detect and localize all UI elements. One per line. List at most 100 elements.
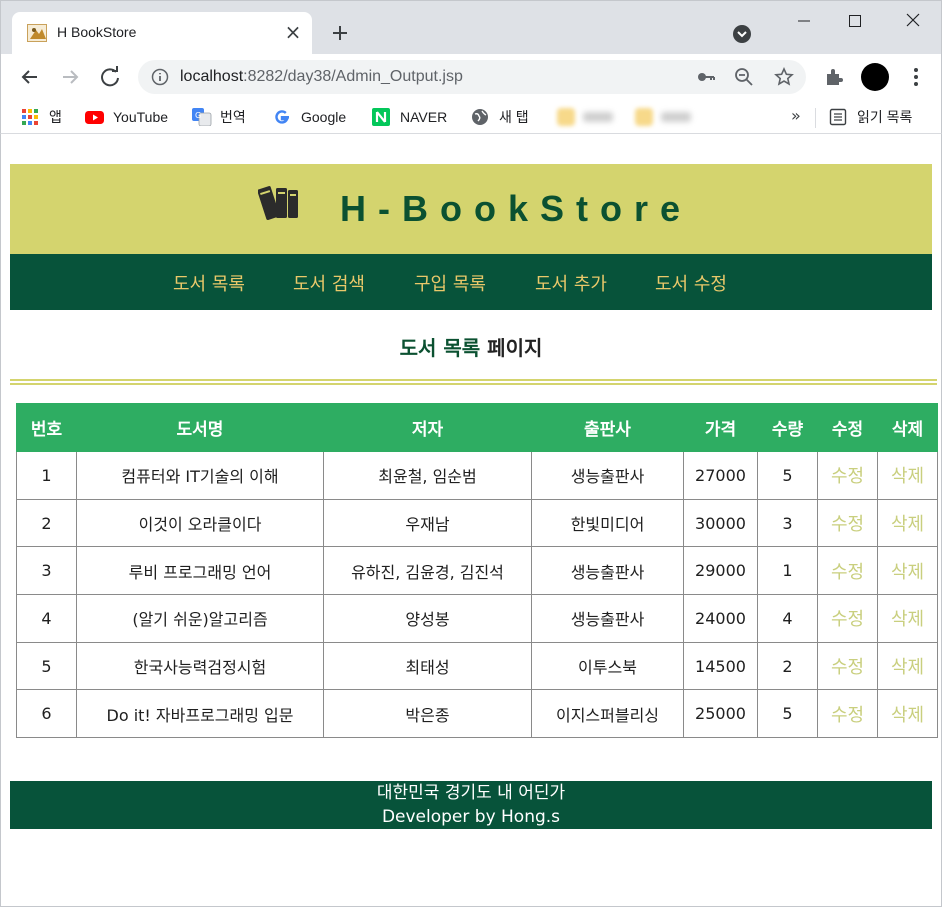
- cell-publisher: 생능출판사: [531, 594, 684, 643]
- col-header-qty: 수량: [757, 403, 818, 452]
- table-row: 3 루비 프로그래밍 언어 유하진, 김윤경, 김진석 생능출판사 29000 …: [16, 546, 938, 596]
- edit-link[interactable]: 수정: [817, 546, 878, 596]
- zoom-out-icon[interactable]: [734, 67, 754, 87]
- menu-kebab-icon[interactable]: [905, 66, 927, 88]
- reload-icon[interactable]: [97, 64, 123, 90]
- site-favicon-icon: [27, 24, 47, 42]
- nav-book-list[interactable]: 도서 목록: [173, 270, 245, 296]
- bookmark-label: YouTube: [113, 109, 169, 125]
- bookmark-label: NAVER: [400, 109, 448, 125]
- bookmark-star-icon[interactable]: [774, 67, 794, 87]
- close-window-icon[interactable]: [899, 9, 927, 33]
- nav-book-edit[interactable]: 도서 수정: [655, 270, 727, 296]
- bookmark-youtube[interactable]: YouTube: [85, 106, 168, 128]
- bookmarks-divider: [815, 108, 816, 128]
- delete-link[interactable]: 삭제: [877, 594, 938, 643]
- table-row: 1 컴퓨터와 IT기술의 이해 최윤철, 임순범 생능출판사 27000 5 수…: [16, 451, 938, 500]
- edit-link[interactable]: 수정: [817, 641, 878, 691]
- browser-tab[interactable]: H BookStore ×: [12, 12, 312, 55]
- tab-close-icon[interactable]: ×: [282, 21, 304, 43]
- cell-title: 컴퓨터와 IT기술의 이해: [76, 451, 324, 500]
- bookmark-label: 앱: [49, 109, 62, 125]
- bookmark-google[interactable]: Google: [273, 106, 346, 128]
- bookmark-naver[interactable]: NAVER: [372, 106, 447, 128]
- forward-arrow-icon[interactable]: [57, 64, 83, 90]
- col-header-author: 저자: [323, 403, 532, 452]
- cell-title: 이것이 오라클이다: [76, 498, 324, 548]
- folder-icon: [635, 108, 653, 126]
- browser-titlebar: H BookStore ×: [0, 0, 942, 55]
- nav-purchase-list[interactable]: 구입 목록: [414, 270, 486, 296]
- edit-link[interactable]: 수정: [817, 594, 878, 643]
- bookmarks-bar: 앱 YouTube G 번역 Google NAVER 새 탭 » 읽기 목록: [0, 100, 942, 134]
- delete-link[interactable]: 삭제: [877, 546, 938, 596]
- cell-title: 루비 프로그래밍 언어: [76, 546, 324, 596]
- bookmark-label: 번역: [220, 109, 246, 125]
- page-heading-rest: 페이지: [480, 336, 543, 360]
- cell-publisher: 생능출판사: [531, 451, 684, 500]
- table-row: 4 (알기 쉬운)알고리즘 양성봉 생능출판사 24000 4 수정 삭제: [16, 594, 938, 643]
- col-header-no: 번호: [16, 403, 77, 452]
- translate-icon: G: [192, 108, 212, 127]
- cell-price: 27000: [683, 451, 758, 500]
- profile-avatar[interactable]: [861, 63, 889, 91]
- site-header: H-BookStore: [10, 164, 932, 254]
- cell-price: 30000: [683, 498, 758, 548]
- bookmark-apps[interactable]: 앱: [21, 106, 62, 128]
- delete-link[interactable]: 삭제: [877, 689, 938, 739]
- nav-book-search[interactable]: 도서 검색: [293, 270, 365, 296]
- apps-grid-icon: [21, 108, 39, 126]
- cell-price: 25000: [683, 689, 758, 739]
- bookmark-label: Google: [301, 109, 347, 125]
- page-heading: 도서 목록 페이지: [0, 332, 942, 361]
- col-header-title: 도서명: [76, 403, 324, 452]
- extensions-puzzle-icon[interactable]: [823, 66, 845, 88]
- books-icon: [257, 178, 300, 222]
- cell-author: 양성봉: [323, 594, 532, 643]
- cell-publisher: 생능출판사: [531, 546, 684, 596]
- google-icon: [273, 108, 291, 126]
- cell-no: 2: [16, 498, 77, 548]
- new-tab-icon[interactable]: [327, 20, 353, 46]
- cell-no: 5: [16, 641, 77, 691]
- maximize-icon[interactable]: [841, 9, 869, 33]
- minimize-icon[interactable]: [790, 9, 818, 33]
- more-bookmarks-icon[interactable]: »: [791, 106, 801, 125]
- site-footer: 대한민국 경기도 내 어딘가 Developer by Hong.s: [10, 781, 932, 829]
- nav-book-add[interactable]: 도서 추가: [535, 270, 607, 296]
- site-info-icon[interactable]: [151, 68, 169, 86]
- table-row: 6 Do it! 자바프로그래밍 입문 박은종 이지스퍼블리싱 25000 5 …: [16, 689, 938, 739]
- bookmark-translate[interactable]: G 번역: [192, 106, 246, 128]
- delete-link[interactable]: 삭제: [877, 498, 938, 548]
- footer-address: 대한민국 경기도 내 어딘가: [376, 783, 566, 803]
- address-bar[interactable]: localhost:8282/day38/Admin_Output.jsp: [138, 60, 806, 94]
- cell-no: 6: [16, 689, 77, 739]
- delete-link[interactable]: 삭제: [877, 641, 938, 691]
- cell-no: 1: [16, 451, 77, 500]
- cell-publisher: 한빛미디어: [531, 498, 684, 548]
- cell-title: (알기 쉬운)알고리즘: [76, 594, 324, 643]
- bookmark-new-tab[interactable]: 새 탭: [471, 106, 529, 128]
- bookmark-blurred[interactable]: [557, 106, 627, 128]
- footer-developer: Developer by Hong.s: [381, 807, 561, 827]
- tab-title: H BookStore: [57, 24, 137, 40]
- key-icon[interactable]: [696, 67, 716, 87]
- page-heading-highlight: 도서 목록: [399, 336, 481, 360]
- browser-toolbar: localhost:8282/day38/Admin_Output.jsp: [0, 54, 942, 100]
- back-arrow-icon[interactable]: [17, 64, 43, 90]
- folder-icon: [557, 108, 575, 126]
- col-header-edit: 수정: [817, 403, 878, 452]
- reading-list-button[interactable]: 읽기 목록: [829, 106, 912, 128]
- url-host: localhost: [180, 68, 244, 85]
- edit-link[interactable]: 수정: [817, 498, 878, 548]
- tab-search-icon[interactable]: [733, 25, 751, 43]
- url-text[interactable]: localhost:8282/day38/Admin_Output.jsp: [180, 68, 463, 86]
- reading-list-icon: [829, 108, 847, 126]
- cell-qty: 5: [757, 689, 818, 739]
- reading-list-label: 읽기 목록: [857, 109, 913, 125]
- edit-link[interactable]: 수정: [817, 451, 878, 500]
- delete-link[interactable]: 삭제: [877, 451, 938, 500]
- edit-link[interactable]: 수정: [817, 689, 878, 739]
- globe-icon: [471, 108, 489, 126]
- bookmark-blurred[interactable]: [635, 106, 705, 128]
